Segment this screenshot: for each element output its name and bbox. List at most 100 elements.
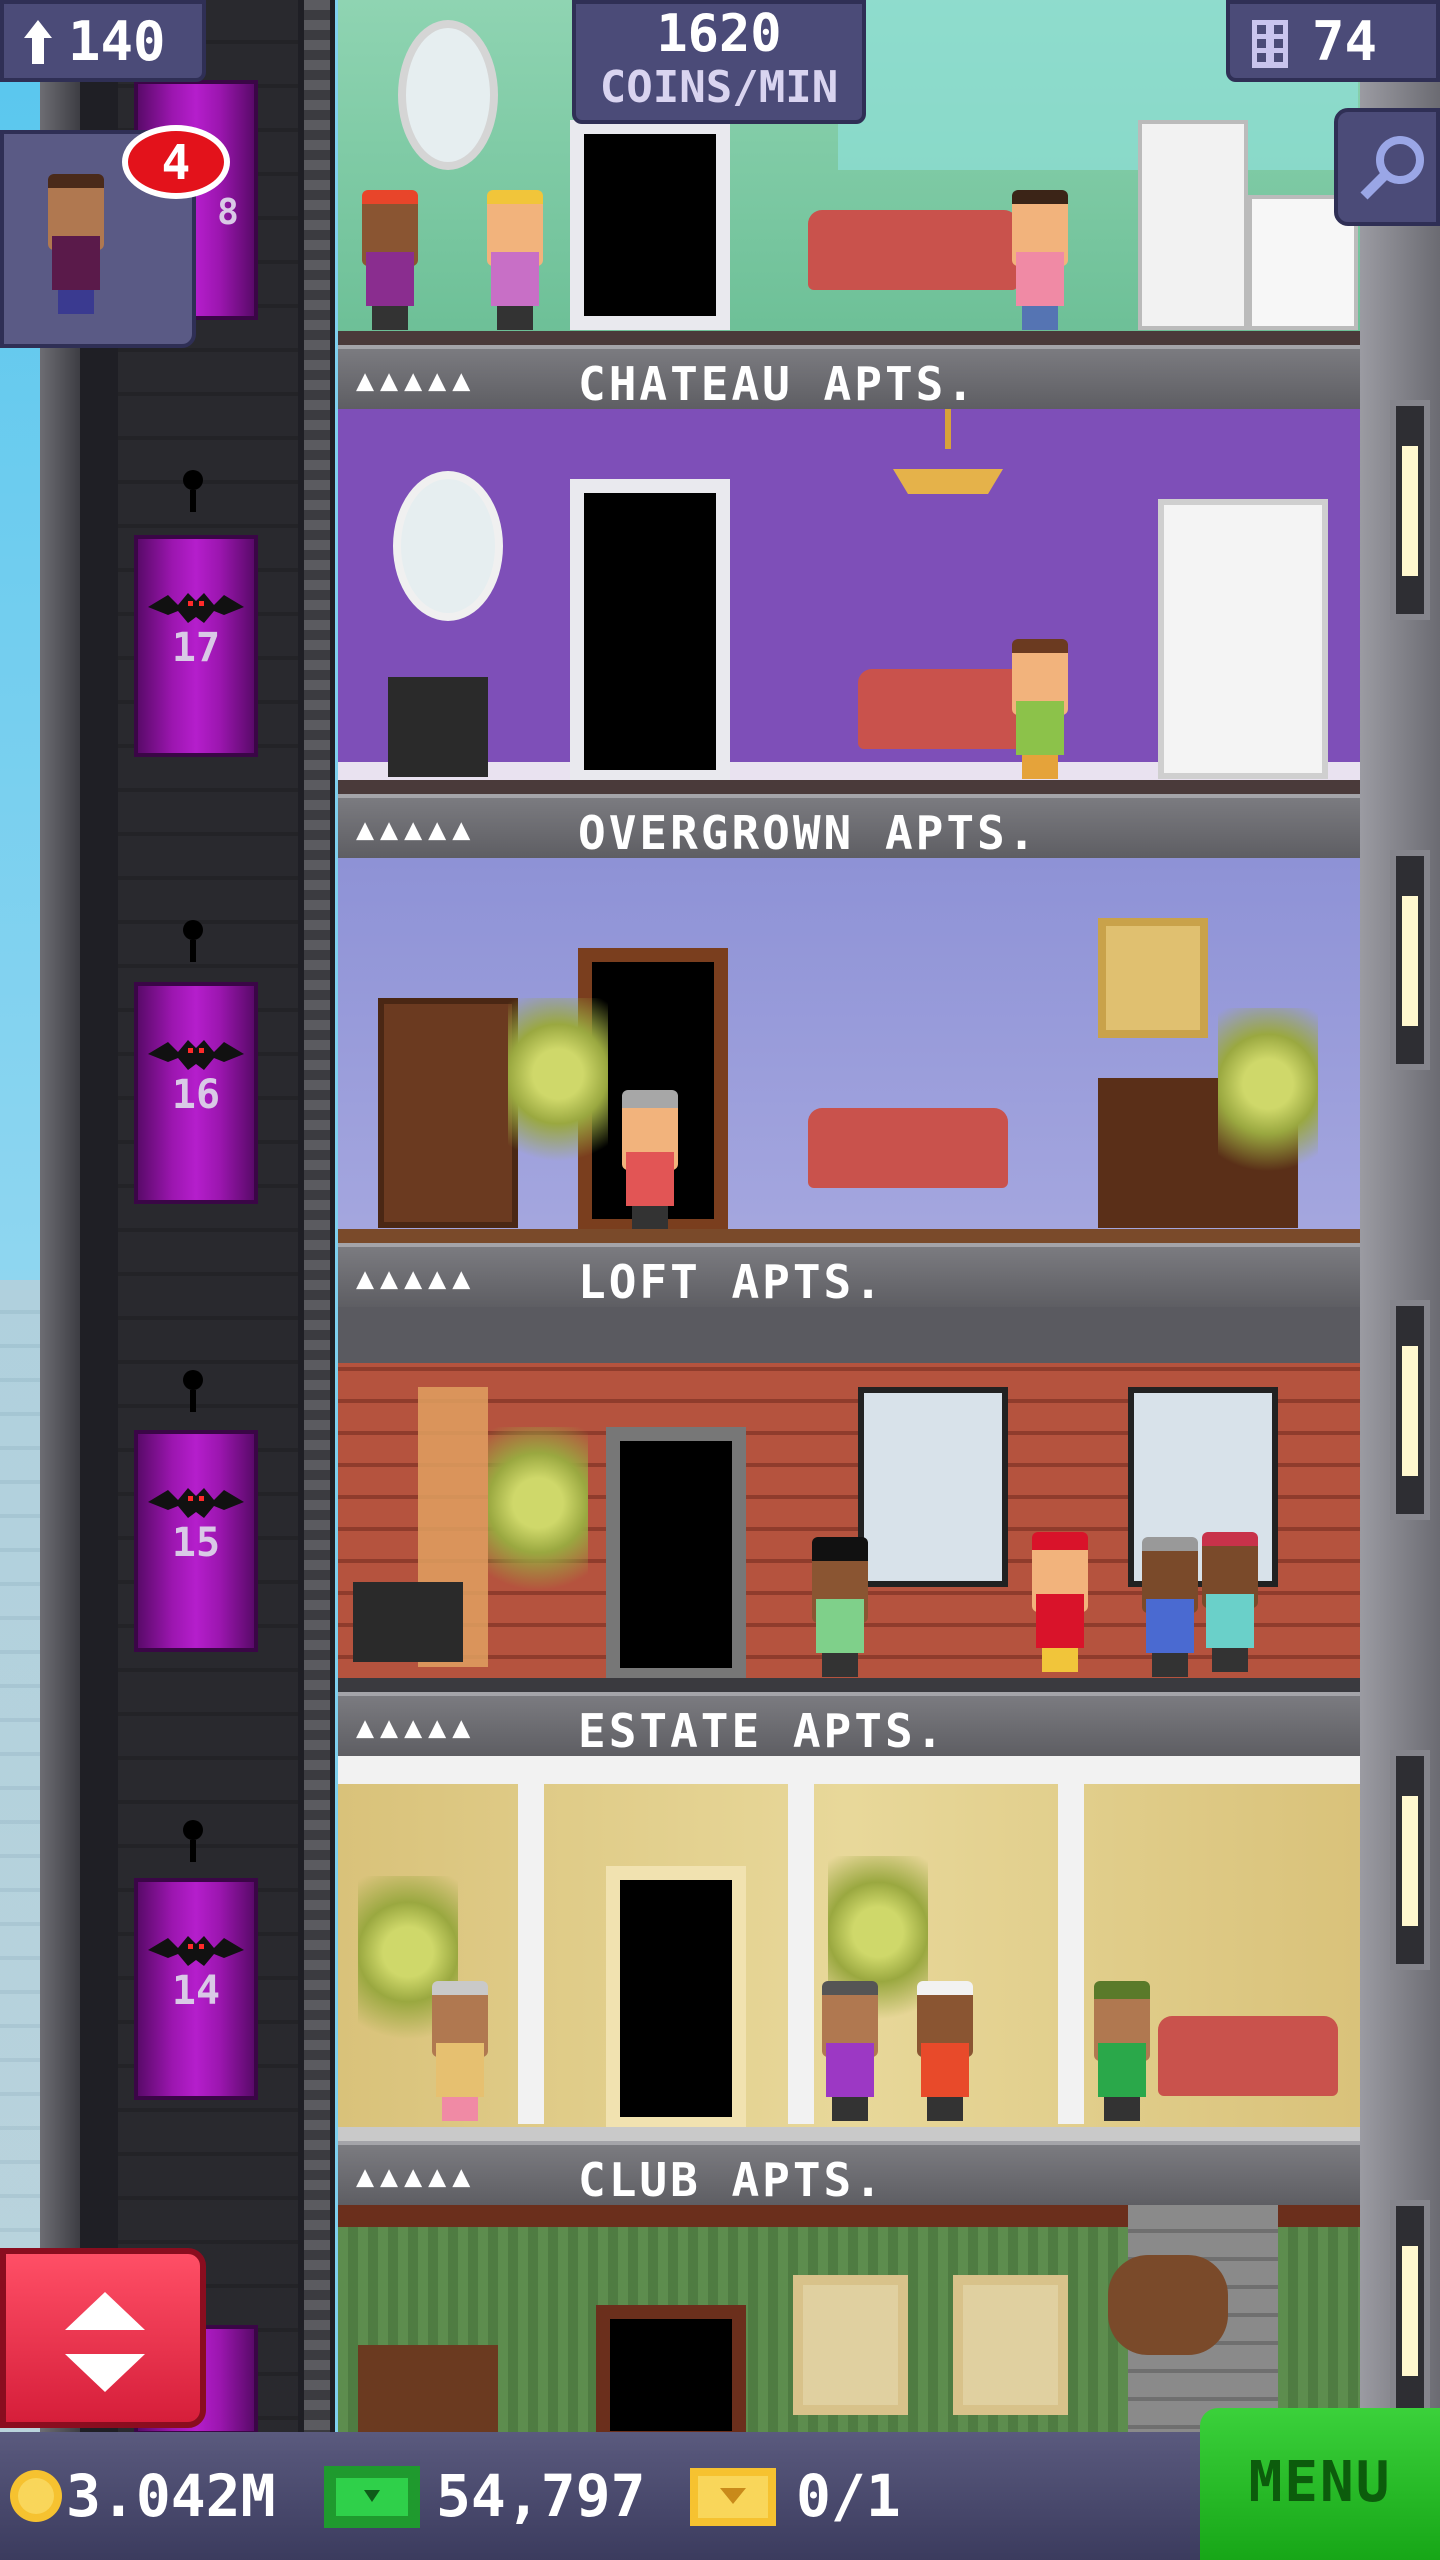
elevator-car[interactable]: 16 (134, 982, 258, 1204)
portrait (953, 2275, 1068, 2415)
stereo (353, 1582, 463, 1662)
resident[interactable] (818, 1981, 882, 2121)
resident[interactable] (483, 190, 547, 330)
floor-banner[interactable]: ▲▲▲▲▲ CLUB APTS. (338, 2141, 1360, 2207)
floor-edge (338, 780, 1360, 794)
search-icon (1360, 136, 1424, 200)
floor-banner[interactable]: ▲▲▲▲▲ OVERGROWN APTS. (338, 794, 1360, 860)
notification-badge: 4 (122, 125, 230, 199)
elevator-car-number: 8 (217, 192, 239, 233)
room-chateau[interactable] (338, 409, 1360, 794)
population-counter[interactable]: 140 (0, 0, 206, 82)
up-down-arrows-icon (65, 2292, 145, 2392)
resident[interactable] (428, 1981, 492, 2121)
mirror (398, 20, 498, 170)
rating-pips: ▲▲▲▲▲ (356, 1261, 477, 1296)
floor-edge (338, 1229, 1360, 1243)
population-value: 140 (68, 10, 166, 73)
sofa (808, 1108, 1008, 1188)
elevator-car-number: 16 (171, 1072, 221, 1118)
column (1058, 1784, 1084, 2124)
resident[interactable] (913, 1981, 977, 2121)
floor-banner[interactable]: ▲▲▲▲▲ ESTATE APTS. (338, 1692, 1360, 1758)
sofa (808, 210, 1018, 290)
floor-name: CLUB APTS. (578, 2153, 885, 2207)
floor-name: OVERGROWN APTS. (578, 806, 1039, 860)
elevator-rail (304, 0, 330, 2560)
lamp-icon (178, 910, 208, 970)
moose-head (1108, 2255, 1228, 2355)
floor-edge (338, 1678, 1360, 1692)
elevator-car[interactable]: 15 (134, 1430, 258, 1652)
elevator-scroll-button[interactable] (0, 2248, 206, 2428)
elevator-car[interactable]: 14 (134, 1878, 258, 2100)
floor-banner[interactable]: ▲▲▲▲▲ LOFT APTS. (338, 1243, 1360, 1309)
bat-icon (148, 1488, 244, 1518)
lamp-icon (178, 460, 208, 520)
coins-per-min-label: COINS/MIN (599, 62, 839, 113)
resident[interactable] (1008, 190, 1072, 330)
painting (1098, 918, 1208, 1038)
fridge (1138, 120, 1248, 330)
plant (1218, 1008, 1318, 1198)
plant (488, 1427, 588, 1617)
menu-button[interactable]: MENU (1200, 2408, 1440, 2560)
floors-counter[interactable]: 74 (1226, 0, 1440, 82)
resident[interactable] (1028, 1532, 1092, 1672)
room-overgrown[interactable] (338, 858, 1360, 1243)
elevator-shaft[interactable] (118, 0, 298, 2560)
floor-name: ESTATE APTS. (578, 1704, 947, 1758)
window (858, 1387, 1008, 1587)
stairwell-window (1390, 1300, 1430, 1520)
room-door (596, 2305, 746, 2432)
room-door (606, 1866, 746, 2131)
floor-banner[interactable]: ▲▲▲▲▲ CHATEAU APTS. (338, 345, 1360, 411)
coins-per-min-value: 1620 (656, 4, 782, 64)
bat-icon (148, 593, 244, 623)
stairwell-window (1390, 400, 1430, 620)
stairwell-window (1390, 1750, 1430, 1970)
bat-icon (148, 1040, 244, 1070)
elevator-car-number: 14 (171, 1968, 221, 2014)
chandelier (888, 409, 1008, 509)
bookshelf (358, 2345, 498, 2432)
floors-value: 74 (1312, 10, 1378, 73)
notification-count: 4 (161, 135, 191, 191)
search-button[interactable] (1334, 108, 1440, 226)
resident[interactable] (1008, 639, 1072, 779)
bux-value: 54,797 (436, 2462, 646, 2530)
floor-name: CHATEAU APTS. (578, 357, 978, 411)
column (518, 1784, 544, 2124)
population-icon (24, 20, 52, 64)
coins-per-min-panel: 1620 COINS/MIN (572, 0, 866, 124)
stairwell-window (1390, 2200, 1430, 2420)
rating-pips: ▲▲▲▲▲ (356, 812, 477, 847)
resident[interactable] (808, 1537, 872, 1677)
resident[interactable] (1090, 1981, 1154, 2121)
bat-icon (148, 1936, 244, 1966)
tower-left-pillar (40, 0, 80, 2560)
mirror (393, 471, 503, 621)
floor-edge (338, 331, 1360, 345)
room-estate[interactable] (338, 1756, 1360, 2141)
resident[interactable] (1198, 1532, 1262, 1672)
elevator-car[interactable]: 17 (134, 535, 258, 757)
room-door (570, 479, 730, 784)
floors-icon (1252, 20, 1288, 68)
elevator-car-number: 15 (171, 1520, 221, 1566)
resident[interactable] (618, 1090, 682, 1230)
coins-value: 3.042M (66, 2462, 276, 2530)
visitor-avatar (44, 174, 108, 314)
coin-icon (10, 2470, 62, 2522)
lamp-icon (178, 1810, 208, 1870)
resident[interactable] (358, 190, 422, 330)
room-loft[interactable] (338, 1307, 1360, 1692)
resident[interactable] (1138, 1537, 1202, 1677)
room-club[interactable] (338, 2205, 1360, 2432)
bookshelf (378, 998, 518, 1228)
menu-label: MENU (1248, 2450, 1392, 2515)
rating-pips: ▲▲▲▲▲ (356, 2159, 477, 2194)
rating-pips: ▲▲▲▲▲ (356, 1710, 477, 1745)
tickets-value: 0/1 (796, 2462, 901, 2530)
sofa (1158, 2016, 1338, 2096)
